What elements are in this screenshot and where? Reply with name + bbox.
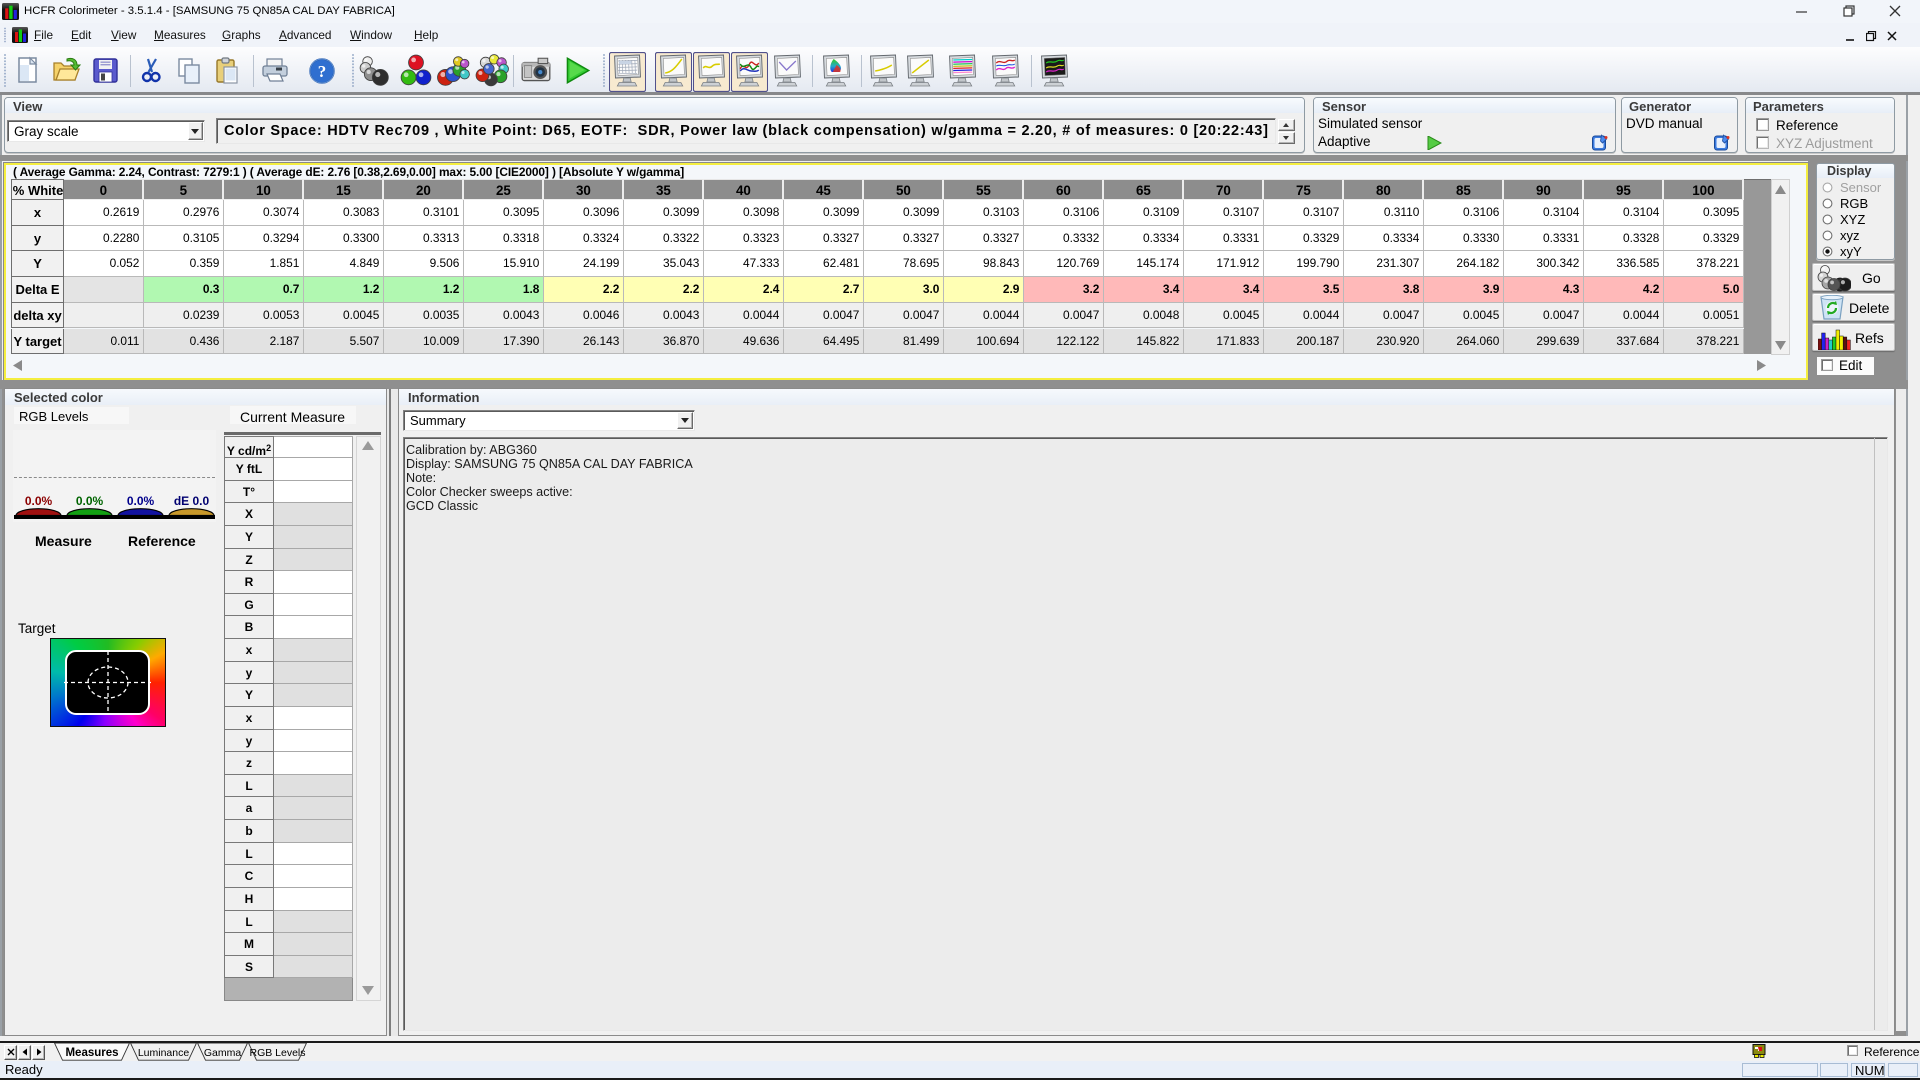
- svg-text:?: ?: [318, 62, 327, 81]
